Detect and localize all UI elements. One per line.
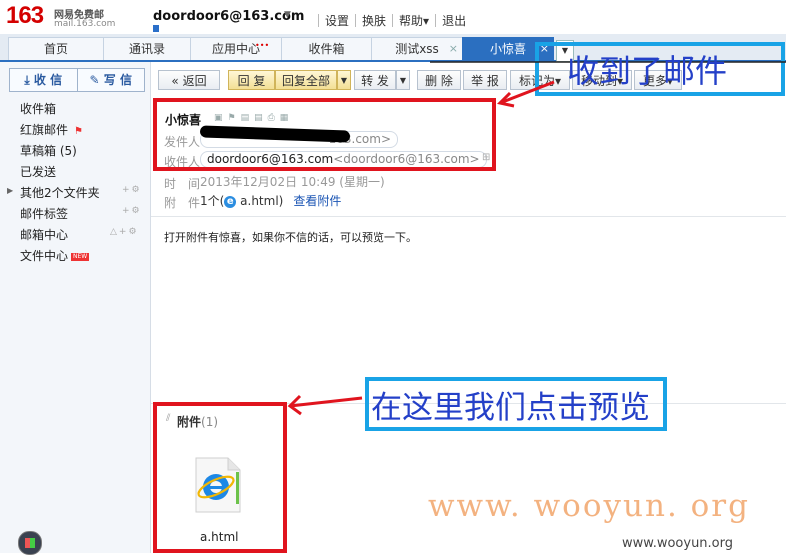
attachment-close-paren: )	[278, 194, 284, 208]
compose-row: ⤓ 收 信 ✎ 写 信	[9, 68, 145, 92]
attachment-count: 1个(	[200, 194, 225, 208]
receive-label: 收 信	[33, 73, 63, 87]
receive-button[interactable]: ⤓ 收 信	[10, 69, 77, 91]
to-email: <doordoor6@163.com>	[333, 152, 480, 166]
tab-surprise[interactable]: 小惊喜 ×	[462, 37, 554, 60]
tab-home[interactable]: 首页	[8, 37, 104, 60]
sidebar-item-file-center[interactable]: 文件中心 NEW	[20, 247, 90, 264]
double-chevron-left-icon: «	[171, 74, 179, 88]
reply-all-button[interactable]: 回复全部	[275, 70, 337, 90]
watermark-small: www.wooyun.org	[622, 536, 734, 551]
flag-icon: ⚑	[74, 126, 83, 137]
forward-button[interactable]: 转 发	[354, 70, 396, 90]
folder-ops-icon[interactable]: +⚙	[122, 185, 142, 195]
forward-dropdown-button[interactable]: ▼	[396, 70, 410, 90]
logo[interactable]: 163	[6, 2, 44, 30]
header-divider	[151, 216, 786, 217]
report-button[interactable]: 举 报	[463, 70, 507, 90]
download-icon: ⤓	[24, 73, 34, 87]
message-subject: 小惊喜	[165, 113, 202, 127]
sidebar-item-label: 红旗邮件	[20, 123, 69, 137]
mark-as-label: 标记为	[518, 74, 555, 88]
annotation-received: 收到了邮件	[567, 52, 728, 90]
phone-icon[interactable]	[153, 25, 159, 32]
tab-inbox[interactable]: 收件箱	[281, 37, 372, 60]
tab-label: 通讯录	[128, 42, 165, 56]
notification-icon: •••	[255, 41, 270, 50]
mark-as-button[interactable]: 标记为▾	[510, 70, 570, 90]
attachment-name[interactable]: a.html	[240, 194, 279, 208]
message-action-icons[interactable]: ▣⚑▤▤⎙▦	[214, 113, 293, 123]
back-button[interactable]: « 返回	[158, 70, 220, 90]
annotation-click-preview: 在这里我们点击预览	[371, 390, 650, 426]
add-contact-icon[interactable]: ⊞	[482, 152, 490, 163]
settings-link[interactable]: 设置	[325, 12, 349, 29]
attachment-file-name[interactable]: a.html	[200, 530, 239, 544]
new-badge: NEW	[71, 252, 90, 261]
sidebar-item-tags[interactable]: 邮件标签	[20, 205, 68, 222]
watermark-large: www. wooyun. org	[428, 488, 750, 524]
top-bar: 163 网易免费邮 mail.163.com doordoor6@163.com…	[0, 0, 786, 34]
reply-button[interactable]: 回 复	[228, 70, 275, 90]
sidebar-item-mail-center[interactable]: 邮箱中心	[20, 226, 68, 243]
ie-icon: e	[224, 195, 237, 208]
tab-app-center[interactable]: 应用中心 •••	[190, 37, 282, 60]
edit-icon: ✎	[89, 73, 104, 87]
to-address[interactable]: doordoor6@163.com<doordoor6@163.com>	[200, 151, 487, 168]
compose-label: 写 信	[103, 73, 132, 87]
back-label: 返回	[182, 74, 207, 88]
html-file-icon[interactable]	[192, 456, 242, 514]
logo-domain: mail.163.com	[54, 19, 116, 29]
top-links: 设置 换肤 帮助▾ 退出	[312, 12, 466, 29]
tab-contacts[interactable]: 通讯录	[103, 37, 191, 60]
paperclip-icon: ⫽	[166, 413, 171, 424]
time-label: 时 间	[164, 177, 201, 191]
sidebar-item-inbox[interactable]: 收件箱	[20, 100, 56, 117]
logout-link[interactable]: 退出	[442, 12, 466, 29]
attachment-title-text: 附件	[177, 415, 202, 429]
tab-label: 收件箱	[308, 42, 345, 56]
start-button[interactable]	[18, 531, 42, 555]
message-header: 小惊喜 ▣⚑▤▤⎙▦ 发件人 163.com> 收件人 doordoor6@16…	[158, 100, 778, 210]
mail-center-ops-icon[interactable]: △+⚙	[110, 227, 139, 237]
help-link[interactable]: 帮助▾	[399, 12, 429, 29]
view-attachment-link[interactable]: 查看附件	[293, 194, 341, 208]
skin-link[interactable]: 换肤	[362, 12, 386, 29]
sidebar-item-drafts[interactable]: 草稿箱 (5)	[20, 142, 77, 159]
expand-icon[interactable]: ▶	[7, 186, 13, 195]
account-name[interactable]: doordoor6@163.com	[153, 9, 304, 24]
windows-icon	[25, 538, 35, 548]
attachment-section-count: (1)	[201, 415, 219, 429]
tab-label: 应用中心	[211, 42, 260, 56]
tab-label: 首页	[43, 42, 68, 56]
reply-dropdown-button[interactable]: ▼	[337, 70, 351, 90]
close-icon[interactable]: ×	[449, 38, 458, 60]
to-label: 收件人	[164, 155, 201, 169]
sidebar-item-label: 文件中心	[20, 249, 69, 263]
tab-test-xss[interactable]: 测试xss ×	[371, 37, 463, 60]
tab-label: 小惊喜	[489, 42, 526, 56]
sidebar-item-sent[interactable]: 已发送	[20, 163, 56, 180]
sidebar-item-flagged[interactable]: 红旗邮件 ⚑	[20, 121, 83, 138]
time-value: 2013年12月02日 10:49 (星期一)	[200, 175, 385, 189]
sidebar: ⤓ 收 信 ✎ 写 信 收件箱 红旗邮件 ⚑ 草稿箱 (5) 已发送 ▶ 其他2个…	[0, 62, 151, 553]
attachment-summary: 1个(e a.html) 查看附件	[200, 192, 341, 209]
sidebar-item-other-folders[interactable]: 其他2个文件夹	[20, 184, 100, 201]
attachment-label: 附 件	[164, 196, 201, 210]
delete-button[interactable]: 删 除	[417, 70, 461, 90]
from-label: 发件人	[164, 135, 201, 149]
tag-ops-icon[interactable]: +⚙	[122, 206, 142, 216]
to-name: doordoor6@163.com	[207, 152, 334, 166]
attachment-section-title: 附件(1)	[177, 413, 218, 430]
chevron-down-icon[interactable]: ▼	[284, 10, 291, 20]
compose-button[interactable]: ✎ 写 信	[76, 69, 145, 91]
close-icon[interactable]: ×	[540, 38, 549, 60]
tab-label: 测试xss	[395, 42, 439, 56]
message-body: 打开附件有惊喜，如果你不信的话，可以预览一下。	[164, 231, 417, 244]
